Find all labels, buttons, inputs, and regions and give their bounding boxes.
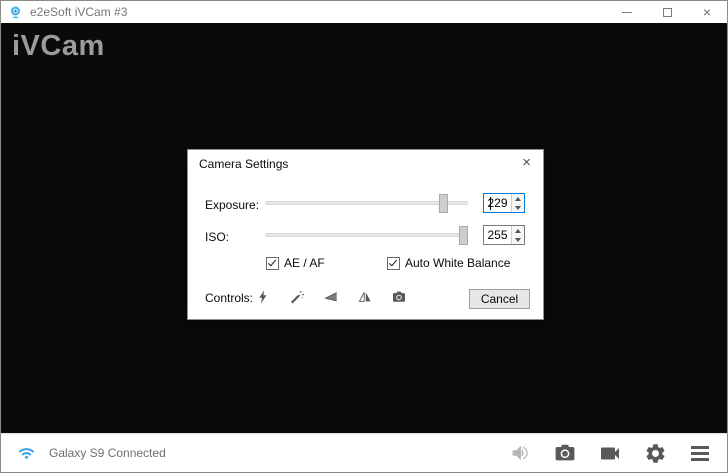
ae-af-checkbox[interactable]: AE / AF (266, 256, 325, 270)
checkbox-box-icon (387, 256, 400, 270)
minimize-icon (622, 11, 632, 13)
flip-vertical-icon[interactable] (322, 288, 339, 305)
close-button[interactable]: × (687, 1, 727, 23)
iso-slider-thumb[interactable] (459, 226, 468, 245)
iso-slider[interactable] (265, 226, 468, 245)
exposure-spinbox[interactable] (483, 193, 525, 213)
auto-white-balance-checkbox-label: Auto White Balance (405, 256, 511, 270)
controls-label: Controls: (205, 291, 254, 305)
camera-control-buttons (254, 288, 407, 305)
checkbox-box-icon (266, 256, 279, 270)
snapshot-icon[interactable] (390, 288, 407, 305)
ae-af-checkbox-label: AE / AF (284, 256, 325, 270)
iso-slider-track[interactable] (265, 233, 468, 237)
exposure-slider-thumb[interactable] (439, 194, 449, 213)
text-caret (490, 197, 491, 210)
status-bar: Galaxy S9 Connected (1, 433, 727, 472)
app-window: e2eSoft iVCam #3 × iVCam Camera Settings… (0, 0, 728, 473)
minimize-button[interactable] (607, 1, 647, 23)
exposure-slider-track[interactable] (265, 201, 468, 205)
wifi-icon (18, 447, 35, 459)
iso-spinbox[interactable] (483, 225, 525, 245)
exposure-input[interactable] (484, 194, 511, 212)
dialog-titlebar[interactable]: Camera Settings × (188, 150, 543, 176)
cancel-button[interactable]: Cancel (469, 289, 530, 309)
menu-icon[interactable] (688, 441, 712, 465)
close-icon: × (702, 4, 712, 20)
dialog-close-icon[interactable]: × (522, 154, 531, 171)
settings-gear-icon[interactable] (643, 441, 667, 465)
photo-capture-icon[interactable] (553, 441, 577, 465)
statusbar-buttons (508, 441, 712, 465)
video-record-icon[interactable] (598, 441, 622, 465)
beauty-wand-icon[interactable] (288, 288, 305, 305)
dialog-title: Camera Settings (199, 157, 289, 171)
iso-spin-up-icon[interactable] (512, 226, 524, 235)
webcam-app-icon (8, 5, 23, 20)
iso-input[interactable] (484, 226, 511, 244)
connection-status-group: Galaxy S9 Connected (17, 445, 166, 462)
flash-icon[interactable] (254, 288, 271, 305)
auto-white-balance-checkbox[interactable]: Auto White Balance (387, 256, 510, 270)
exposure-label: Exposure: (205, 198, 260, 212)
exposure-spin-down-icon[interactable] (512, 203, 524, 212)
video-preview-area: iVCam Camera Settings × Exposure: 229 IS… (1, 23, 727, 433)
window-controls: × (607, 1, 727, 23)
maximize-button[interactable] (647, 1, 687, 23)
maximize-icon (662, 7, 672, 17)
app-title: e2eSoft iVCam #3 (30, 5, 128, 19)
flip-horizontal-icon[interactable] (356, 288, 373, 305)
volume-icon[interactable] (508, 441, 532, 465)
exposure-spin-up-icon[interactable] (512, 194, 524, 203)
iso-label: ISO: (205, 230, 230, 244)
ivcam-watermark: iVCam (12, 30, 105, 62)
titlebar: e2eSoft iVCam #3 × (1, 1, 727, 23)
iso-spin-down-icon[interactable] (512, 235, 524, 244)
exposure-spinner (511, 194, 524, 212)
iso-spinner (511, 226, 524, 244)
camera-settings-dialog: Camera Settings × Exposure: ISO: (187, 149, 544, 320)
connection-status-text: Galaxy S9 Connected (49, 446, 166, 460)
exposure-slider[interactable] (265, 194, 468, 213)
